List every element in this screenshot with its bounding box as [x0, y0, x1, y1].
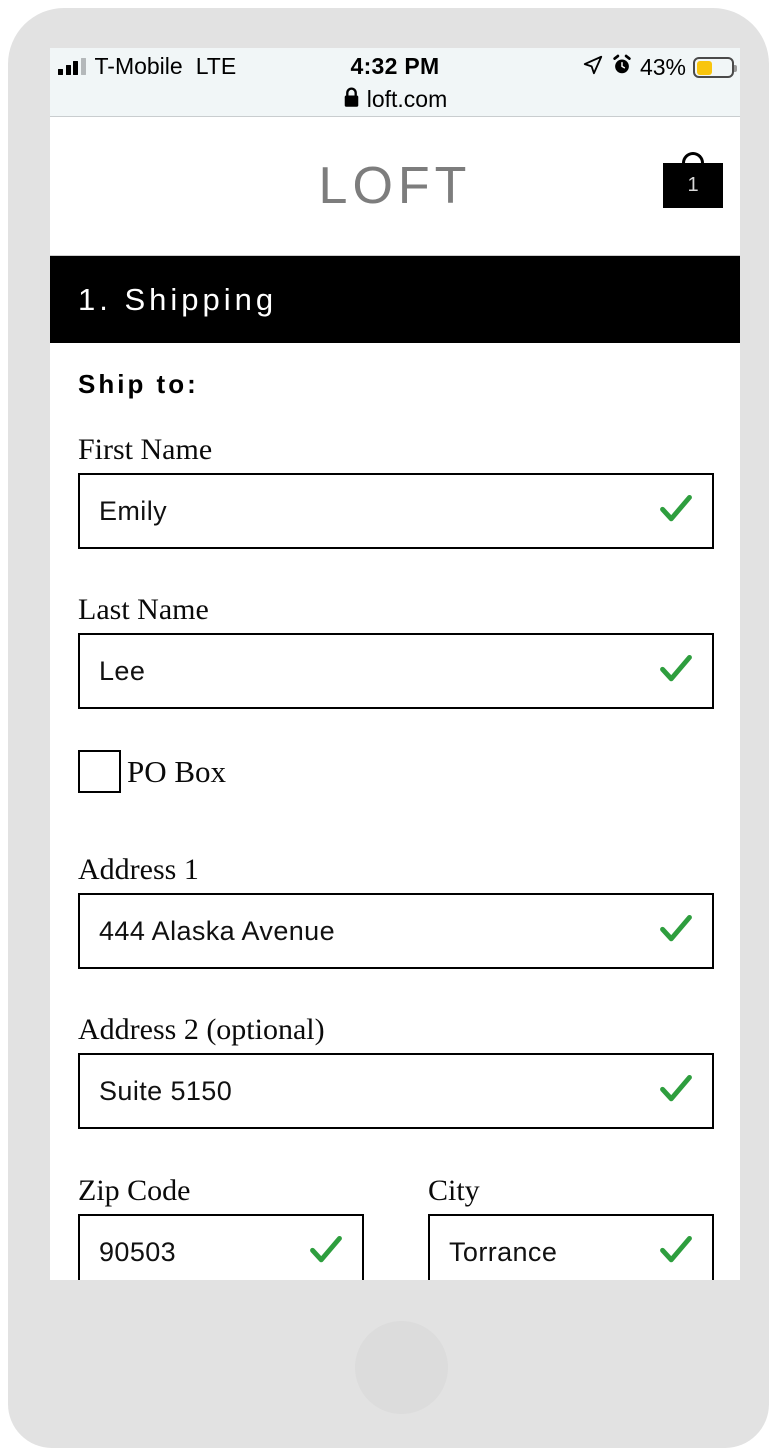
input-address-1[interactable]: 444 Alaska Avenue	[78, 893, 714, 969]
home-button[interactable]	[355, 1321, 448, 1414]
valid-check-icon	[657, 650, 695, 693]
phone-frame: T-Mobile LTE 4:32 PM 43% loft.com LOFT 1…	[8, 8, 769, 1448]
po-box-row[interactable]: PO Box	[78, 750, 226, 793]
value-city: Torrance	[449, 1236, 558, 1267]
po-box-label: PO Box	[127, 753, 227, 789]
cart-count-badge: 1	[687, 174, 699, 196]
browser-url-bar[interactable]: loft.com	[50, 82, 740, 117]
label-zip-code: Zip Code	[78, 1174, 191, 1207]
input-city[interactable]: Torrance	[428, 1214, 714, 1280]
valid-check-icon	[657, 910, 695, 953]
field-group-zip-code: Zip Code 90503	[78, 1176, 364, 1280]
label-first-name: First Name	[78, 433, 213, 466]
phone-screen: T-Mobile LTE 4:32 PM 43% loft.com LOFT 1…	[50, 48, 740, 1280]
valid-check-icon	[657, 490, 695, 533]
field-group-address-1: Address 1 444 Alaska Avenue	[78, 855, 714, 969]
input-address-2[interactable]: Suite 5150	[78, 1053, 714, 1129]
field-group-address-2: Address 2 (optional) Suite 5150	[78, 1015, 714, 1129]
field-group-city: City Torrance	[428, 1176, 714, 1280]
url-label: loft.com	[366, 86, 448, 112]
lock-icon	[343, 86, 360, 113]
site-header: LOFT 1	[50, 117, 740, 256]
loft-logo[interactable]: LOFT	[50, 117, 740, 255]
value-last-name: Lee	[99, 655, 146, 686]
battery-percent-label: 43%	[639, 54, 686, 80]
input-zip-code[interactable]: 90503	[78, 1214, 364, 1280]
label-last-name: Last Name	[78, 593, 209, 626]
value-address-2: Suite 5150	[99, 1075, 233, 1106]
shopping-bag-icon[interactable]: 1	[663, 152, 723, 208]
field-group-first-name: First Name Emily	[78, 435, 714, 549]
label-address-1: Address 1	[78, 853, 199, 886]
label-city: City	[428, 1174, 480, 1207]
ship-to-heading: Ship to:	[78, 369, 199, 399]
checkout-step-banner: 1. Shipping	[50, 256, 740, 343]
label-address-2: Address 2 (optional)	[78, 1013, 325, 1046]
location-arrow-icon	[582, 54, 604, 81]
value-zip-code: 90503	[99, 1236, 177, 1267]
status-bar-right: 43%	[582, 54, 737, 81]
step-title: 1. Shipping	[78, 282, 278, 317]
battery-icon	[693, 57, 737, 78]
valid-check-icon	[657, 1070, 695, 1113]
input-first-name[interactable]: Emily	[78, 473, 714, 549]
po-box-checkbox[interactable]	[78, 750, 121, 793]
field-group-last-name: Last Name Lee	[78, 595, 714, 709]
value-first-name: Emily	[99, 495, 167, 526]
alarm-clock-icon	[611, 54, 633, 81]
valid-check-icon	[307, 1231, 345, 1274]
input-last-name[interactable]: Lee	[78, 633, 714, 709]
valid-check-icon	[657, 1231, 695, 1274]
value-address-1: 444 Alaska Avenue	[99, 915, 335, 946]
